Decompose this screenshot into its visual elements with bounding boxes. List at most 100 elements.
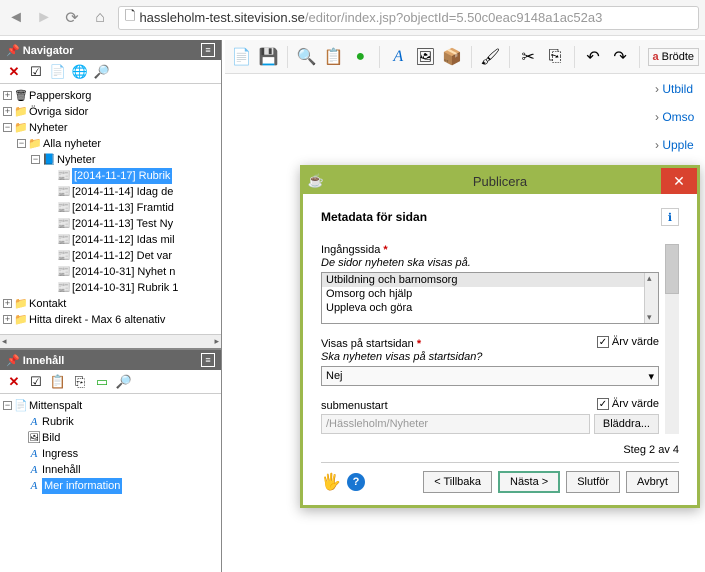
font-icon[interactable]: A xyxy=(388,46,409,68)
home-button[interactable]: ⌂ xyxy=(90,8,110,28)
submenu-path-input[interactable]: /Hässleholm/Nyheter xyxy=(321,414,590,434)
pin-icon: 📌 xyxy=(6,45,20,57)
undo-icon[interactable]: ↶ xyxy=(583,46,604,68)
dialog-title: Publicera xyxy=(473,174,527,189)
h-scrollbar[interactable]: ◂▸ xyxy=(0,334,221,348)
content-panel: 📌 Innehåll ≡ ✕ ☑ 📋 ⎘ ▭ 🔎 −📄Mittenspalt A… xyxy=(0,350,221,498)
search-icon[interactable]: 🔍 xyxy=(296,46,317,68)
field-label: Visas på startsidan * xyxy=(321,338,421,350)
tree-item[interactable]: AInnehåll xyxy=(2,462,221,478)
inherit-checkbox[interactable]: ✓Ärv värde xyxy=(597,336,659,348)
form-scroll-area: Ingångssida * De sidor nyheten ska visas… xyxy=(321,244,679,434)
tree-item-article[interactable]: 📰[2014-11-17] Rubrik xyxy=(2,168,221,184)
field-desc: De sidor nyheten ska visas på. xyxy=(321,257,659,269)
tree-item-article[interactable]: 📰[2014-11-12] Det var xyxy=(2,248,221,264)
find-icon[interactable]: 🔎 xyxy=(116,374,132,390)
close-button[interactable]: ✕ xyxy=(661,168,697,194)
content-header: 📌 Innehåll ≡ xyxy=(0,350,221,370)
finish-button[interactable]: Slutför xyxy=(566,471,620,493)
ingang-listbox[interactable]: Utbildning och barnomsorg Omsorg och hjä… xyxy=(321,272,659,324)
tree-item[interactable]: 🖼Bild xyxy=(2,430,221,446)
style-selector[interactable]: aBrödte xyxy=(648,48,700,66)
accessibility-icon[interactable]: 🖐 xyxy=(321,472,341,492)
tree-item-other[interactable]: +📁Övriga sidor xyxy=(2,104,221,120)
inherit-checkbox[interactable]: ✓Ärv värde xyxy=(597,398,659,410)
list-item[interactable]: Omsorg och hjälp xyxy=(322,287,658,301)
find-icon[interactable]: 🔎 xyxy=(94,64,110,80)
tree-item-root[interactable]: −📄Mittenspalt xyxy=(2,398,221,414)
startpage-select[interactable]: Nej ▾ xyxy=(321,366,659,386)
link[interactable]: Utbild xyxy=(655,82,694,96)
tree-item-contact[interactable]: +📁Kontakt xyxy=(2,296,221,312)
tree-item-allnews[interactable]: −📁Alla nyheter xyxy=(2,136,221,152)
navigator-panel: 📌 Navigator ≡ ✕ ☑ 📄 🌐 🔎 +🗑Papperskorg +📁… xyxy=(0,40,221,350)
tree-item-news[interactable]: −📁Nyheter xyxy=(2,120,221,136)
tree-item-article[interactable]: 📰[2014-10-31] Nyhet n xyxy=(2,264,221,280)
list-item[interactable]: Uppleva och göra xyxy=(322,301,658,315)
publish-dialog: ☕ Publicera ✕ Metadata för sidan ℹ Ingån… xyxy=(300,165,700,508)
dialog-titlebar[interactable]: ☕ Publicera ✕ xyxy=(303,168,697,194)
copy2-icon[interactable]: ⎘ xyxy=(545,46,566,68)
tree-item-article[interactable]: 📰[2014-11-12] Idas mil xyxy=(2,232,221,248)
reload-button[interactable]: ⟳ xyxy=(62,8,82,28)
java-icon: ☕ xyxy=(307,172,325,190)
tree-item-findfast[interactable]: +📁Hitta direkt - Max 6 altenativ xyxy=(2,312,221,328)
save-icon[interactable]: 💾 xyxy=(258,46,279,68)
image-icon[interactable]: 🖼 xyxy=(415,46,436,68)
help-icon[interactable]: ? xyxy=(347,473,365,491)
link[interactable]: Omso xyxy=(655,110,694,124)
tree-item-article[interactable]: 📰[2014-10-31] Rubrik 1 xyxy=(2,280,221,296)
chevron-down-icon: ▾ xyxy=(648,370,654,383)
check-icon[interactable]: ☑ xyxy=(28,64,44,80)
link[interactable]: Upple xyxy=(655,138,694,152)
panel-menu-icon[interactable]: ≡ xyxy=(201,353,215,367)
editor-toolbar: 📄 💾 🔍 📋 ● A 🖼 📦 🖌 ✂ ⎘ ↶ ↷ aBrödte xyxy=(225,40,705,74)
publish-icon[interactable]: ● xyxy=(350,46,371,68)
copy-icon[interactable]: 📋 xyxy=(323,46,344,68)
navigator-tree[interactable]: +🗑Papperskorg +📁Övriga sidor −📁Nyheter −… xyxy=(0,84,221,332)
url-path: /editor/index.jsp?objectId=5.50c0eac9148… xyxy=(305,10,602,25)
brush-icon[interactable]: 🖌 xyxy=(480,46,501,68)
tree-item[interactable]: AIngress xyxy=(2,446,221,462)
clipboard-icon[interactable]: 📋 xyxy=(50,374,66,390)
tree-item-article[interactable]: 📰[2014-11-13] Framtid xyxy=(2,200,221,216)
back-button[interactable]: < Tillbaka xyxy=(423,471,492,493)
back-button[interactable]: ◄ xyxy=(6,8,26,28)
delete-icon[interactable]: ✕ xyxy=(6,64,22,80)
content-toolbar: ✕ ☑ 📋 ⎘ ▭ 🔎 xyxy=(0,370,221,394)
step-indicator: Steg 2 av 4 xyxy=(321,444,679,456)
navigator-header: 📌 Navigator ≡ xyxy=(0,40,221,60)
globe-icon[interactable]: 🌐 xyxy=(72,64,88,80)
redo-icon[interactable]: ↷ xyxy=(610,46,631,68)
delete-icon[interactable]: ✕ xyxy=(6,374,22,390)
page-icon[interactable]: 📄 xyxy=(231,46,252,68)
info-icon[interactable]: ℹ xyxy=(661,208,679,226)
tree-item[interactable]: ARubrik xyxy=(2,414,221,430)
cancel-button[interactable]: Avbryt xyxy=(626,471,679,493)
cut-icon[interactable]: ✂ xyxy=(518,46,539,68)
tree-item-news2[interactable]: −📘Nyheter xyxy=(2,152,221,168)
browser-toolbar: ◄ ► ⟳ ⌂ 🗋 hassleholm-test.sitevision.se/… xyxy=(0,0,705,36)
copy-icon[interactable]: ⎘ xyxy=(72,374,88,390)
list-item[interactable]: Utbildning och barnomsorg xyxy=(322,273,658,287)
content-tree[interactable]: −📄Mittenspalt ARubrik 🖼Bild AIngress AIn… xyxy=(0,394,221,498)
url-input[interactable]: 🗋 hassleholm-test.sitevision.se/editor/i… xyxy=(118,6,699,30)
next-button[interactable]: Nästa > xyxy=(498,471,560,493)
module-icon[interactable]: 📦 xyxy=(442,46,463,68)
browse-button[interactable]: Bläddra... xyxy=(594,414,659,434)
wizard-buttons: 🖐 ? < Tillbaka Nästa > Slutför Avbryt xyxy=(321,462,679,497)
left-column: 📌 Navigator ≡ ✕ ☑ 📄 🌐 🔎 +🗑Papperskorg +📁… xyxy=(0,40,222,572)
tree-item-article[interactable]: 📰[2014-11-13] Test Ny xyxy=(2,216,221,232)
check-icon[interactable]: ☑ xyxy=(28,374,44,390)
tree-item-trash[interactable]: +🗑Papperskorg xyxy=(2,88,221,104)
panel-menu-icon[interactable]: ≡ xyxy=(201,43,215,57)
doc-icon[interactable]: 📄 xyxy=(50,64,66,80)
scrollbar-thumb[interactable] xyxy=(665,244,679,294)
section-header: Metadata för sidan xyxy=(321,210,427,224)
tree-item[interactable]: AMer information xyxy=(2,478,221,494)
tree-item-article[interactable]: 📰[2014-11-14] Idag de xyxy=(2,184,221,200)
field-label: submenustart xyxy=(321,400,388,412)
listbox-scrollbar[interactable] xyxy=(644,273,658,323)
forward-button[interactable]: ► xyxy=(34,8,54,28)
box-icon[interactable]: ▭ xyxy=(94,374,110,390)
